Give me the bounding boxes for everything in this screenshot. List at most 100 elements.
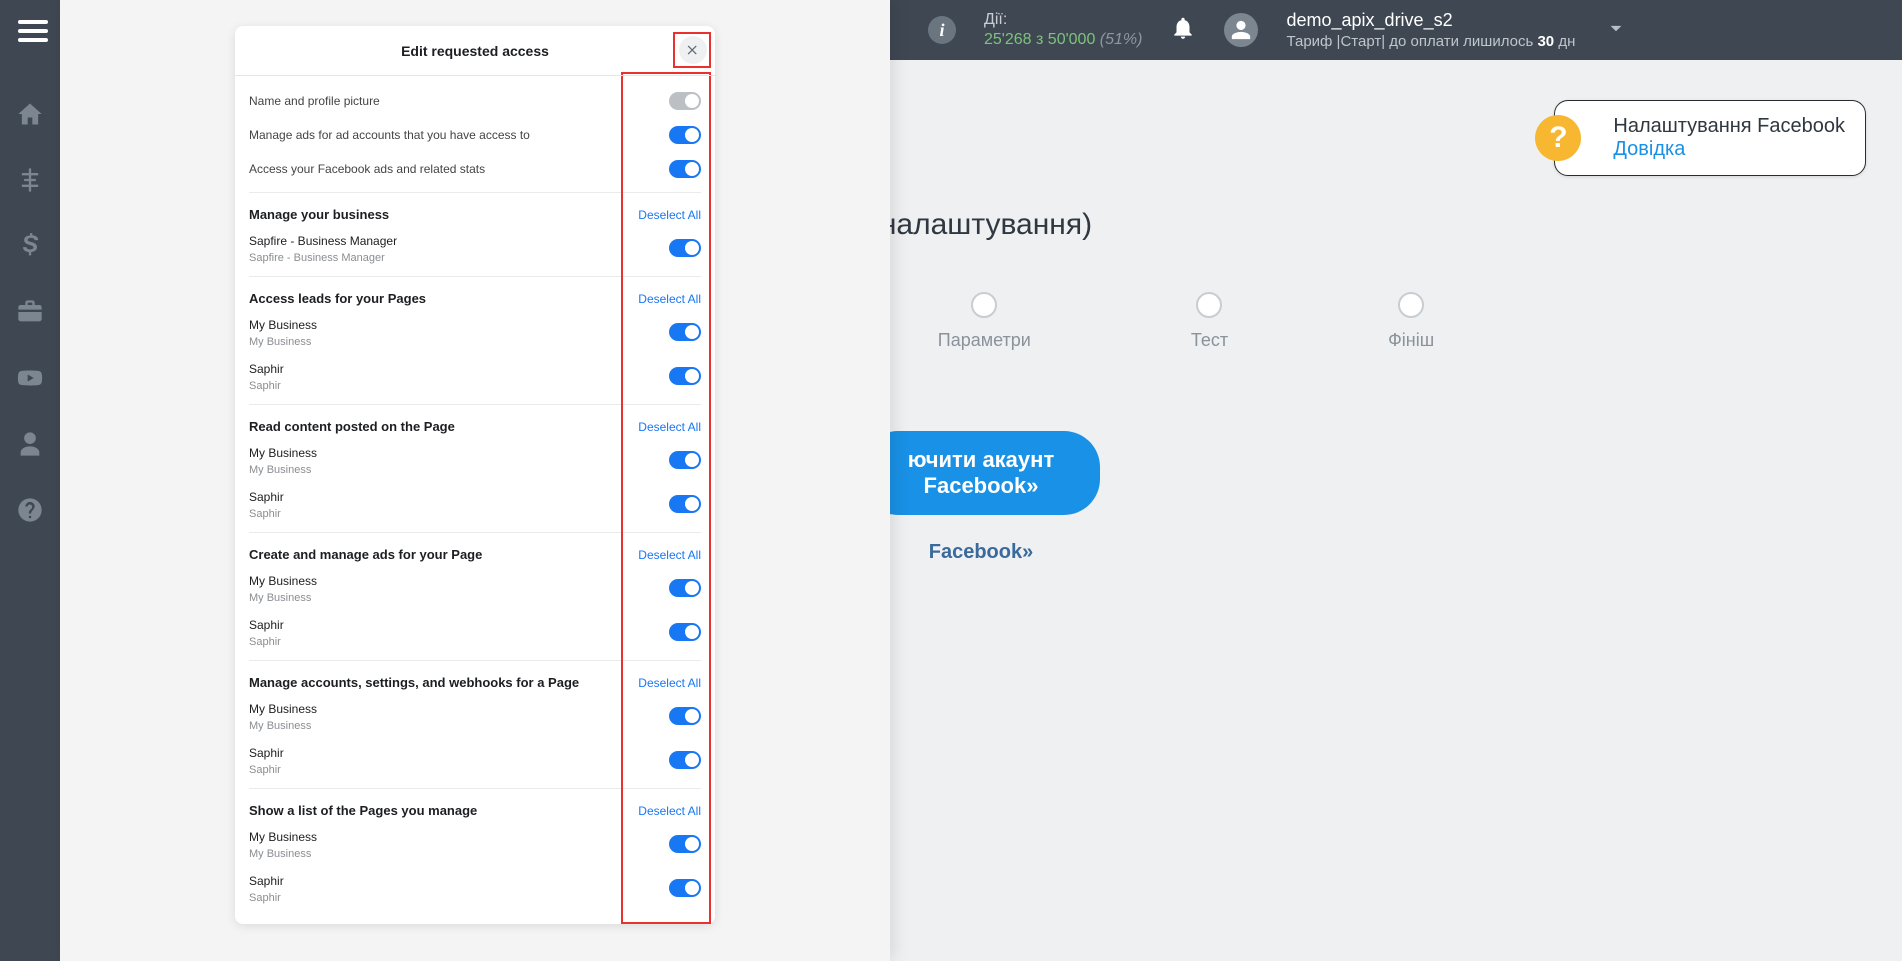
youtube-icon[interactable] <box>16 364 44 392</box>
perm-toggle[interactable] <box>669 495 701 513</box>
close-icon <box>686 43 700 57</box>
deselect-all-link[interactable]: Deselect All <box>638 208 701 222</box>
perm-item-name: Saphir <box>249 362 284 376</box>
step-dot <box>1398 292 1424 318</box>
help-question-icon: ? <box>1535 115 1581 161</box>
perm-item-name: Sapfire - Business Manager <box>249 234 397 248</box>
step-test[interactable]: Тест <box>1191 292 1228 351</box>
perm-item-sub: Sapfire - Business Manager <box>249 252 397 264</box>
perm-item-sub: Saphir <box>249 892 284 904</box>
dialog-header: Edit requested access <box>235 26 715 76</box>
perm-label: Manage ads for ad accounts that you have… <box>249 128 530 142</box>
actions-used: 25'268 <box>984 31 1032 48</box>
tariff-line: Тариф |Старт| до оплати лишилось 30 дн <box>1286 33 1575 50</box>
facebook-permissions-modal: Edit requested access Name and profile p… <box>60 0 890 961</box>
perm-item: SaphirSaphir <box>249 354 701 398</box>
perm-item: My BusinessMy Business <box>249 694 701 738</box>
step-dot <box>1196 292 1222 318</box>
perm-item-sub: My Business <box>249 592 317 604</box>
deselect-all-link[interactable]: Deselect All <box>638 676 701 690</box>
perm-item: SaphirSaphir <box>249 610 701 654</box>
help-card-link[interactable]: Довідка <box>1613 138 1845 161</box>
bell-icon[interactable] <box>1170 15 1196 46</box>
avatar-icon[interactable] <box>1224 13 1258 47</box>
perm-section-header: Read content posted on the Page Deselect … <box>249 411 701 438</box>
sidebar <box>0 60 60 961</box>
perm-item-name: My Business <box>249 574 317 588</box>
dialog-title: Edit requested access <box>401 43 549 59</box>
step-label: Тест <box>1191 330 1228 351</box>
user-name: demo_apix_drive_s2 <box>1286 10 1575 31</box>
perm-toggle[interactable] <box>669 323 701 341</box>
perm-section-header: Show a list of the Pages you manage Desel… <box>249 795 701 822</box>
facebook-dialog: Edit requested access Name and profile p… <box>235 26 715 924</box>
tree-icon[interactable] <box>16 166 44 194</box>
dollar-icon[interactable] <box>16 232 44 260</box>
step-dot <box>971 292 997 318</box>
perm-item-sub: My Business <box>249 464 317 476</box>
perm-item: SaphirSaphir <box>249 482 701 526</box>
perm-section-header: Access leads for your PagesDeselect All <box>249 283 701 310</box>
perm-section-title: Show a list of the Pages you manage <box>249 803 477 818</box>
perm-item-name: My Business <box>249 830 317 844</box>
perm-item-name: My Business <box>249 318 317 332</box>
perm-toggle[interactable] <box>669 126 701 144</box>
briefcase-icon[interactable] <box>16 298 44 326</box>
step-params[interactable]: Параметри <box>938 292 1031 351</box>
deselect-all-link[interactable]: Deselect All <box>638 548 701 562</box>
actions-separator: з <box>1036 31 1043 48</box>
home-icon[interactable] <box>16 100 44 128</box>
perm-item-sub: My Business <box>249 848 317 860</box>
perm-toggle[interactable] <box>669 835 701 853</box>
step-label: Параметри <box>938 330 1031 351</box>
perm-item: Saphir Saphir <box>249 866 701 910</box>
perm-toggle[interactable] <box>669 160 701 178</box>
perm-row: Manage ads for ad accounts that you have… <box>249 118 701 152</box>
perm-section-header: Manage accounts, settings, and webhooks … <box>249 667 701 694</box>
perm-toggle[interactable] <box>669 367 701 385</box>
deselect-all-link[interactable]: Deselect All <box>638 292 701 306</box>
perm-toggle[interactable] <box>669 239 701 257</box>
perm-toggle[interactable] <box>669 579 701 597</box>
chevron-down-icon[interactable] <box>1603 15 1629 46</box>
connect-facebook-button[interactable]: ючити акаунт Facebook» <box>862 431 1100 515</box>
user-account[interactable]: demo_apix_drive_s2 Тариф |Старт| до опла… <box>1286 10 1575 50</box>
close-button[interactable] <box>679 36 707 64</box>
actions-total: 50'000 <box>1048 31 1096 48</box>
perm-section-title: Manage your business <box>249 207 389 222</box>
perm-item-name: Saphir <box>249 746 284 760</box>
actions-quota: Дії: 25'268 з 50'000 (51%) <box>984 11 1142 49</box>
perm-section-title: Create and manage ads for your Page <box>249 547 482 562</box>
perm-row: Access your Facebook ads and related sta… <box>249 152 701 186</box>
perm-item-sub: My Business <box>249 336 317 348</box>
perm-item-name: Saphir <box>249 618 284 632</box>
deselect-all-link[interactable]: Deselect All <box>638 420 701 434</box>
perm-label: Name and profile picture <box>249 94 380 108</box>
perm-section-header: Create and manage ads for your Page Desel… <box>249 539 701 566</box>
perm-toggle[interactable] <box>669 623 701 641</box>
perm-item: My Business My Business <box>249 438 701 482</box>
perm-item: My Business My Business <box>249 566 701 610</box>
info-icon[interactable]: i <box>928 16 956 44</box>
perm-item: My Business My Business <box>249 310 701 354</box>
help-card-title: Налаштування Facebook <box>1613 115 1845 138</box>
perm-toggle[interactable] <box>669 707 701 725</box>
perm-item-name: Saphir <box>249 874 284 888</box>
menu-hamburger-button[interactable] <box>18 15 48 45</box>
perm-toggle[interactable] <box>669 751 701 769</box>
perm-item-name: Saphir <box>249 490 284 504</box>
perm-item: Sapfire - Business Manager Sapfire - Busi… <box>249 226 701 270</box>
step-finish[interactable]: Фініш <box>1388 292 1434 351</box>
help-icon[interactable] <box>16 496 44 524</box>
user-icon[interactable] <box>16 430 44 458</box>
perm-label: Access your Facebook ads and related sta… <box>249 162 485 176</box>
deselect-all-link[interactable]: Deselect All <box>638 804 701 818</box>
perm-section-title: Manage accounts, settings, and webhooks … <box>249 675 579 690</box>
perm-item-name: My Business <box>249 702 317 716</box>
perm-section-title: Read content posted on the Page <box>249 419 455 434</box>
perm-toggle[interactable] <box>669 92 701 110</box>
perm-toggle[interactable] <box>669 451 701 469</box>
perm-toggle[interactable] <box>669 879 701 897</box>
perm-item-name: My Business <box>249 446 317 460</box>
step-label: Фініш <box>1388 330 1434 351</box>
